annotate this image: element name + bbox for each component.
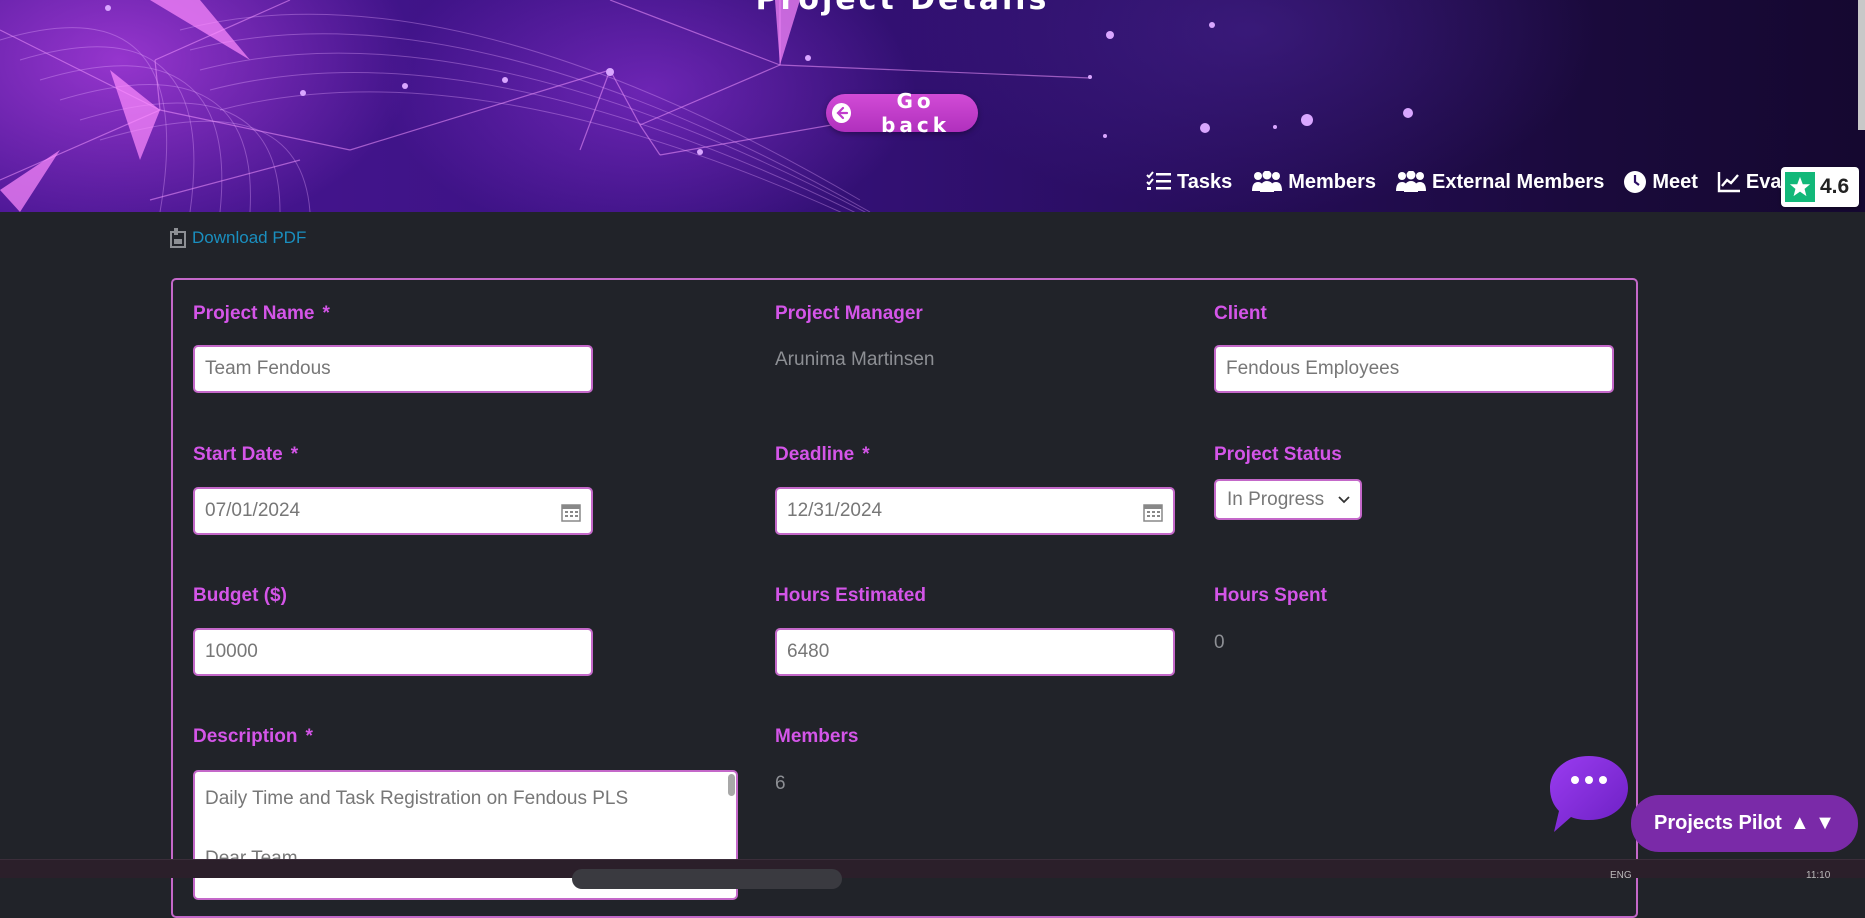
start-date-input[interactable]: 07/01/2024: [193, 487, 593, 535]
projects-pilot-button[interactable]: Projects Pilot ▲ ▼: [1631, 795, 1858, 852]
download-pdf-link[interactable]: Download PDF: [170, 228, 306, 248]
nav-evaluation-label: Eva: [1745, 170, 1782, 193]
client-input[interactable]: Fendous Employees: [1214, 345, 1614, 393]
nav-members-label: Members: [1288, 170, 1377, 193]
projects-pilot-label: Projects Pilot: [1654, 812, 1782, 834]
deadline-label: Deadline *: [775, 444, 870, 465]
expand-arrows-icon: ▲ ▼: [1789, 812, 1835, 834]
download-pdf-label: Download PDF: [192, 228, 307, 247]
client-label: Client: [1214, 303, 1267, 324]
chat-bubble-icon[interactable]: [1548, 753, 1630, 835]
members-label: Members: [775, 726, 859, 747]
members-count: 6: [775, 773, 786, 794]
budget-input[interactable]: 10000: [193, 628, 593, 676]
save-icon: [170, 228, 186, 248]
chevron-down-icon: [1338, 495, 1350, 503]
header-banner: Project Details Go back Tasks Members: [0, 0, 1865, 212]
taskbar-lang: ENG: [1610, 870, 1632, 881]
calendar-icon[interactable]: [1143, 502, 1163, 522]
page-scrollbar[interactable]: [1858, 0, 1865, 130]
project-manager-label: Project Manager: [775, 303, 923, 324]
project-status-select[interactable]: In Progress: [1214, 479, 1362, 520]
calendar-icon[interactable]: [561, 502, 581, 522]
project-status-label: Project Status: [1214, 444, 1342, 465]
nav-members[interactable]: Members: [1251, 171, 1376, 194]
hours-spent-label: Hours Spent: [1214, 585, 1327, 606]
rating-score: 4.6: [1820, 175, 1850, 198]
project-name-input[interactable]: Team Fendous: [193, 345, 593, 393]
hours-estimated-label: Hours Estimated: [775, 585, 926, 606]
project-manager-value: Arunima Martinsen: [775, 349, 935, 370]
star-icon: [1785, 172, 1815, 202]
project-nav: Tasks Members External Members Meet Eva: [1146, 170, 1782, 194]
nav-external-members-label: External Members: [1432, 170, 1605, 193]
tasks-icon: [1146, 171, 1171, 190]
budget-label: Budget ($): [193, 585, 287, 606]
chart-line-icon: [1717, 172, 1740, 193]
description-label: Description *: [193, 726, 313, 747]
rating-badge[interactable]: 4.6: [1781, 167, 1859, 207]
nav-tasks-label: Tasks: [1177, 170, 1233, 193]
nav-tasks[interactable]: Tasks: [1146, 171, 1232, 194]
textarea-scrollbar[interactable]: [728, 774, 735, 796]
arrow-left-icon: [832, 103, 852, 123]
nav-meet-label: Meet: [1652, 170, 1698, 193]
description-line: Daily Time and Task Registration on Fend…: [205, 788, 629, 809]
nav-meet[interactable]: Meet: [1623, 170, 1698, 194]
clock-icon: [1624, 171, 1647, 193]
os-taskbar: ENG 11:10: [0, 859, 1865, 889]
hours-estimated-input[interactable]: 6480: [775, 628, 1175, 676]
nav-external-members[interactable]: External Members: [1395, 171, 1604, 194]
taskbar-clock: 11:10: [1806, 870, 1831, 881]
page-title: Project Details: [0, 0, 1805, 17]
nav-evaluation[interactable]: Eva: [1717, 171, 1782, 194]
users-icon: [1396, 171, 1427, 192]
taskbar-search[interactable]: [572, 869, 842, 889]
project-name-label: Project Name *: [193, 303, 330, 324]
deadline-input[interactable]: 12/31/2024: [775, 487, 1175, 535]
go-back-label: Go back: [881, 89, 951, 137]
go-back-button[interactable]: Go back: [826, 89, 978, 137]
users-icon: [1252, 171, 1283, 192]
hours-spent-value: 0: [1214, 632, 1225, 653]
start-date-label: Start Date *: [193, 444, 299, 465]
